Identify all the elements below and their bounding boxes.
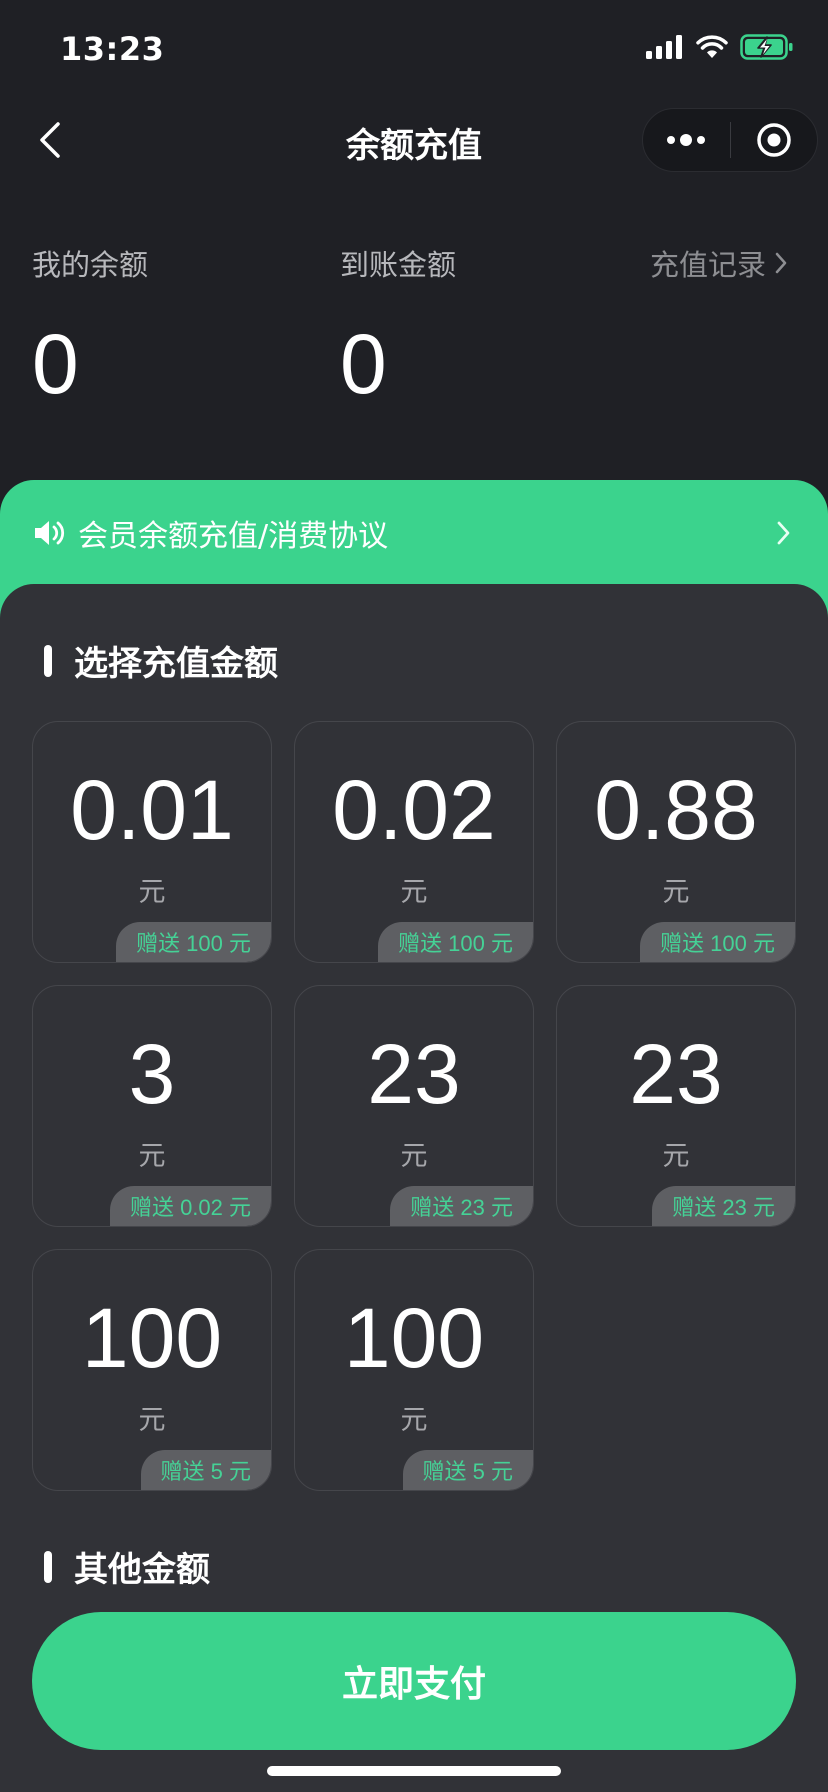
- section-marker: [44, 644, 52, 677]
- mini-program-capsule: [642, 108, 818, 172]
- section-other-amount: 其他金额: [44, 1542, 210, 1591]
- arrival-amount-label: 到账金额: [340, 248, 457, 282]
- option-bonus-badge: 赠送 100 元: [116, 922, 271, 962]
- option-unit: 元: [138, 877, 166, 908]
- option-amount: 3: [128, 1027, 176, 1121]
- option-bonus-badge: 赠送 0.02 元: [109, 1186, 271, 1226]
- status-time: 13:23: [60, 30, 165, 68]
- arrival-amount: 到账金额 0: [340, 242, 456, 406]
- my-balance-label: 我的余额: [32, 248, 149, 282]
- option-bonus-badge: 赠送 23 元: [652, 1186, 795, 1226]
- speaker-icon: [35, 521, 65, 545]
- status-bar: 13:23: [0, 0, 828, 100]
- my-balance: 我的余额 0: [32, 242, 148, 406]
- more-dots-icon: [667, 134, 706, 146]
- my-balance-value: 0: [32, 317, 79, 411]
- amount-option-card[interactable]: 0.01 元 赠送 100 元: [32, 721, 272, 963]
- amount-option-card[interactable]: 23 元 赠送 23 元: [294, 985, 534, 1227]
- balance-summary: 我的余额 0 到账金额 0 充值记录: [0, 230, 828, 410]
- option-amount: 0.01: [70, 763, 234, 857]
- nav-bar: 余额充值: [0, 100, 828, 180]
- pay-now-button[interactable]: 立即支付: [32, 1612, 796, 1750]
- option-amount: 100: [81, 1291, 223, 1385]
- option-unit: 元: [400, 1405, 428, 1436]
- more-button[interactable]: [643, 108, 730, 172]
- signal-icon: [646, 35, 682, 59]
- option-unit: 元: [400, 877, 428, 908]
- recharge-records-link[interactable]: 充值记录: [650, 242, 788, 284]
- recharge-records-label: 充值记录: [649, 248, 766, 282]
- target-circle-icon: [757, 123, 791, 157]
- amount-option-card[interactable]: 0.02 元 赠送 100 元: [294, 721, 534, 963]
- option-amount: 0.02: [332, 763, 496, 857]
- option-amount: 100: [343, 1291, 485, 1385]
- option-bonus-badge: 赠送 100 元: [378, 922, 533, 962]
- option-unit: 元: [138, 1405, 166, 1436]
- option-bonus-badge: 赠送 5 元: [402, 1450, 533, 1490]
- status-icons: [646, 34, 794, 60]
- option-amount: 23: [367, 1027, 461, 1121]
- chevron-right-icon: [775, 252, 787, 274]
- section-other-amount-title: 其他金额: [74, 1550, 210, 1590]
- recharge-panel: 选择充值金额 0.01 元 赠送 100 元 0.02 元 赠送 100 元 0…: [0, 584, 828, 1792]
- option-unit: 元: [138, 1141, 166, 1172]
- section-marker: [44, 1550, 52, 1583]
- amount-option-card[interactable]: 0.88 元 赠送 100 元: [556, 721, 796, 963]
- section-choose-amount: 选择充值金额: [44, 636, 278, 685]
- arrival-amount-value: 0: [340, 317, 387, 411]
- amount-option-card[interactable]: 23 元 赠送 23 元: [556, 985, 796, 1227]
- amount-option-card[interactable]: 100 元 赠送 5 元: [294, 1249, 534, 1491]
- chevron-right-icon: [777, 521, 790, 545]
- amount-option-card[interactable]: 3 元 赠送 0.02 元: [32, 985, 272, 1227]
- option-unit: 元: [400, 1141, 428, 1172]
- section-choose-amount-title: 选择充值金额: [74, 644, 278, 684]
- amount-option-card[interactable]: 100 元 赠送 5 元: [32, 1249, 272, 1491]
- wifi-icon: [696, 35, 728, 58]
- battery-charging-icon: [740, 34, 793, 60]
- home-indicator: [267, 1766, 561, 1776]
- option-bonus-badge: 赠送 100 元: [640, 922, 795, 962]
- amount-options-grid: 0.01 元 赠送 100 元 0.02 元 赠送 100 元 0.88 元 赠…: [32, 721, 796, 1491]
- option-amount: 23: [629, 1027, 723, 1121]
- option-bonus-badge: 赠送 5 元: [140, 1450, 271, 1490]
- agreement-link[interactable]: 会员余额充值/消费协议: [32, 506, 792, 560]
- option-amount: 0.88: [594, 763, 758, 857]
- agreement-text: 会员余额充值/消费协议: [78, 519, 389, 554]
- close-miniprogram-button[interactable]: [731, 108, 818, 172]
- option-bonus-badge: 赠送 23 元: [390, 1186, 533, 1226]
- option-unit: 元: [662, 1141, 690, 1172]
- option-unit: 元: [662, 877, 690, 908]
